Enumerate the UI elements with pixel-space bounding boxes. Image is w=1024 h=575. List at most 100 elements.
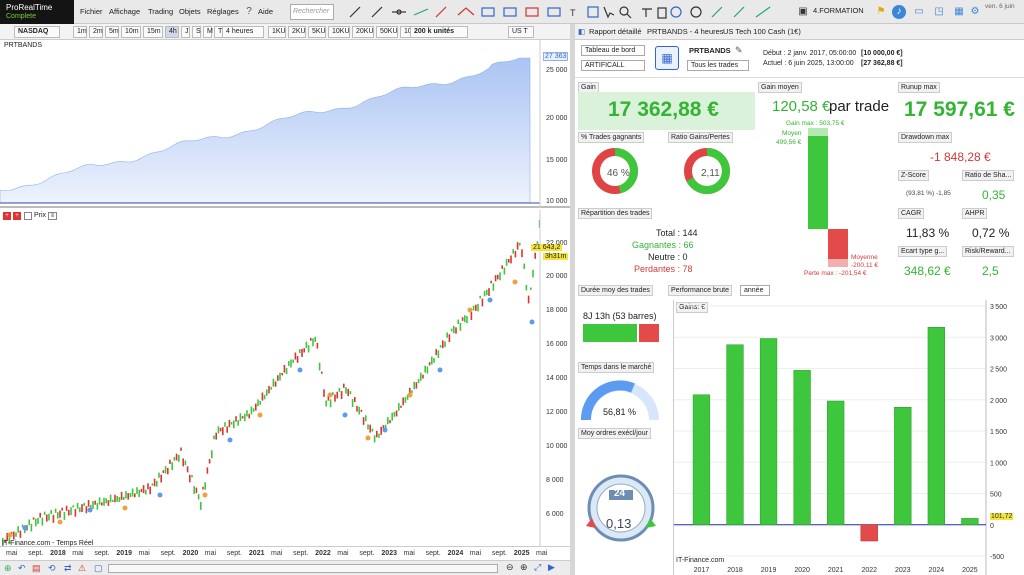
menu-trading[interactable]: Trading (148, 7, 173, 16)
candle (17, 526, 19, 533)
sound-icon[interactable]: ♪ (892, 5, 906, 19)
timeframe-S[interactable]: S (192, 26, 201, 38)
timeframe-15m[interactable]: 15m (143, 26, 163, 38)
chart-scrollbar[interactable] (108, 564, 498, 573)
zoom-in2-icon[interactable]: ⊕ (520, 562, 528, 573)
market-selector[interactable]: US T (508, 26, 534, 38)
layout-icon[interactable]: ▦ (952, 5, 966, 19)
zscore-label[interactable]: Z-Score (898, 170, 929, 181)
gain-value: 17 362,88 € (608, 98, 719, 121)
time-in-market-label[interactable]: Temps dans le marché (578, 362, 655, 373)
candle (501, 265, 503, 269)
runup-label[interactable]: Runup max (898, 82, 940, 93)
chart-icon[interactable]: ▤ (32, 563, 41, 574)
candle (301, 348, 303, 357)
price-tick: 12 000 (546, 409, 568, 416)
asset-selector[interactable]: ARTIFICALL (581, 60, 645, 71)
candle (338, 387, 341, 392)
candle (525, 284, 528, 291)
settings-icon[interactable]: ⚙ (968, 5, 982, 19)
menu-objets[interactable]: Objets (179, 7, 201, 16)
compare-icon[interactable]: ⇄ (64, 563, 72, 574)
tick-5KU[interactable]: 5KU (308, 26, 326, 38)
right-icon[interactable]: ▶ (548, 562, 555, 573)
panel-divider[interactable] (570, 24, 575, 575)
candle (340, 391, 343, 400)
menu-reglages[interactable]: Réglages (207, 7, 239, 16)
candle (79, 507, 81, 513)
timeframe-10m[interactable]: 10m (121, 26, 141, 38)
candle (503, 267, 506, 275)
tab-instrument[interactable]: US Tech 100 Cash (1€) (723, 27, 801, 36)
dashboard-selector[interactable]: Tableau de bord (581, 45, 645, 56)
tick-2KU[interactable]: 2KU (288, 26, 306, 38)
sharpe-label[interactable]: Ratio de Sha... (962, 170, 1015, 181)
period-selector[interactable]: 4 heures (222, 26, 264, 38)
performance-period[interactable]: année (740, 285, 770, 296)
avg-gain-label[interactable]: Gain moyen (758, 82, 802, 93)
timeframe-4h[interactable]: 4h (165, 26, 179, 38)
timeframe-2m[interactable]: 2m (89, 26, 103, 38)
tab-detailed-report[interactable]: Rapport détaillé (589, 27, 642, 36)
tick-1KU[interactable]: 1KU (268, 26, 286, 38)
distribution-label[interactable]: Répartition des trades (578, 208, 653, 219)
ahpr-label[interactable]: AHPR (962, 208, 988, 219)
tick-10KU[interactable]: 10KU (328, 26, 350, 38)
date-clock: ven. 6 juin (985, 3, 1015, 11)
drawdown-label[interactable]: Drawdown max (898, 132, 953, 143)
timeframe-M[interactable]: M (203, 26, 213, 38)
candle (415, 382, 418, 389)
menu-affichage[interactable]: Affichage (109, 7, 140, 16)
menu-aide[interactable]: Aide (258, 7, 273, 16)
cagr-label[interactable]: CAGR (898, 208, 925, 219)
trades-filter[interactable]: Tous les trades (687, 60, 749, 71)
flag-icon[interactable]: ⚑ (874, 5, 888, 19)
alert-icon[interactable]: ⚠ (78, 563, 86, 574)
replay-icon[interactable]: ⟲ (48, 563, 56, 574)
time-axis-label: mai (337, 550, 349, 557)
zoom-out-icon[interactable]: ⊖ (506, 562, 514, 573)
window-icon[interactable]: ◳ (932, 5, 946, 19)
save-icon[interactable]: ▣ (796, 5, 810, 19)
timeframe-J[interactable]: J (181, 26, 190, 38)
time-axis-label: mai (469, 550, 482, 557)
performance-label[interactable]: Performance brute (668, 285, 732, 296)
std-label[interactable]: Ecart type g... (898, 246, 948, 257)
candle (184, 460, 187, 466)
tick-20KU[interactable]: 20KU (352, 26, 374, 38)
search-input[interactable]: Rechercher (290, 4, 334, 20)
ratio-label[interactable]: Ratio Gains/Pertes (668, 132, 733, 143)
tick-50KU[interactable]: 50KU (376, 26, 398, 38)
monitor-icon[interactable]: ▭ (912, 5, 926, 19)
timeframe-5m[interactable]: 5m (105, 26, 119, 38)
candle (446, 332, 448, 338)
report-icon: ◧ (578, 27, 586, 36)
symbol-selector[interactable]: NASDAQ (14, 26, 60, 38)
help-icon[interactable]: ? (242, 5, 256, 19)
candle (481, 298, 484, 307)
duration-label[interactable]: Durée moy des trades (578, 285, 653, 296)
undo-icon[interactable]: ↶ (18, 563, 26, 574)
system-grid-icon[interactable]: ▦ (655, 46, 679, 70)
candle (87, 500, 90, 507)
edit-icon[interactable]: ✎ (735, 45, 743, 56)
zoom-in-icon[interactable]: ⊕ (4, 563, 12, 574)
candle (81, 504, 83, 513)
candle (74, 509, 77, 517)
win-rate-label[interactable]: % Trades gagnants (578, 132, 645, 143)
screen-icon[interactable]: ▢ (94, 563, 103, 574)
menu-fichier[interactable]: Fichier (80, 7, 103, 16)
units-selector[interactable]: 200 k unités (410, 26, 468, 38)
workspace-selector[interactable]: 4.FORMATION (813, 6, 864, 15)
fit-icon[interactable]: ⤢ (534, 562, 541, 573)
tab-system[interactable]: PRTBANDS - 4 heures (647, 27, 724, 36)
rr-label[interactable]: Risk/Reward... (962, 246, 1014, 257)
candle (431, 356, 433, 365)
trade-marker (467, 307, 473, 313)
candle (521, 249, 523, 258)
gains-y-tick: 500 (990, 492, 1002, 499)
candle (299, 349, 301, 354)
timeframe-1m[interactable]: 1m (73, 26, 87, 38)
candle (391, 412, 393, 421)
orders-per-day-label[interactable]: Moy ordres exécl/jour (578, 428, 651, 439)
